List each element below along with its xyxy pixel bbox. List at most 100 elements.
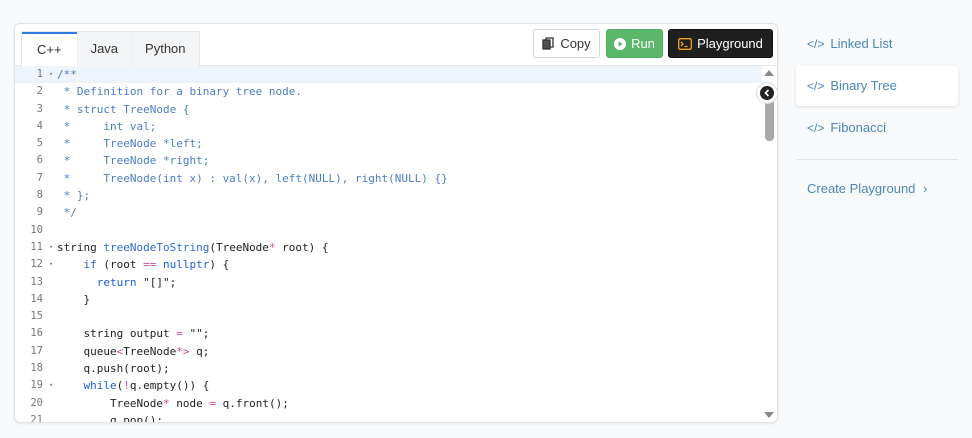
line-number: 14: [30, 292, 43, 305]
line-gutter: 2: [15, 83, 57, 100]
code-line[interactable]: 7 * TreeNode(int x) : val(x), left(NULL)…: [15, 170, 777, 187]
line-gutter: 16: [15, 325, 57, 342]
sidebar-item-binary-tree[interactable]: </> Binary Tree: [796, 66, 958, 106]
line-gutter: 1 ▾: [15, 66, 57, 83]
code-line[interactable]: 4 * int val;: [15, 118, 777, 135]
scroll-up-arrow-icon[interactable]: [764, 70, 774, 76]
code-text: * };: [57, 189, 91, 203]
code-line[interactable]: 14 }: [15, 291, 777, 308]
code-line[interactable]: 1 ▾/**: [15, 66, 777, 84]
sidebar-divider: [796, 159, 958, 160]
line-gutter: 5: [15, 135, 57, 152]
code-line[interactable]: 15: [15, 308, 777, 325]
sidebar-item-label: Linked List: [830, 36, 893, 51]
copy-icon: [542, 37, 555, 50]
line-gutter: 11 ▾: [15, 239, 57, 256]
line-number: 16: [30, 327, 43, 340]
line-number: 9: [36, 206, 43, 219]
tab-python[interactable]: Python: [131, 32, 199, 65]
fold-arrow-icon[interactable]: ▾: [49, 256, 53, 273]
line-gutter: 17: [15, 343, 57, 360]
line-number: 13: [30, 275, 43, 288]
code-line[interactable]: 5 * TreeNode *left;: [15, 135, 777, 152]
line-number: 19: [30, 379, 43, 392]
line-gutter: 3: [15, 101, 57, 118]
line-gutter: 9: [15, 204, 57, 221]
code-editor-panel: C++ Java Python Copy Run Playground 1 ▾/*…: [14, 23, 778, 423]
code-icon: </>: [807, 79, 825, 93]
code-text: return "[]";: [96, 275, 177, 289]
line-number: 7: [36, 171, 43, 184]
code-line[interactable]: 17 queue<TreeNode*> q;: [15, 343, 777, 360]
code-line[interactable]: 8 * };: [15, 187, 777, 204]
code-text: * Definition for a binary tree node.: [57, 85, 303, 99]
code-area[interactable]: 1 ▾/** 2 * Definition for a binary tree no…: [15, 66, 777, 422]
code-text: }: [57, 292, 91, 306]
code-text: * struct TreeNode {: [57, 102, 190, 116]
line-gutter: 4: [15, 118, 57, 135]
line-gutter: 14: [15, 291, 57, 308]
sidebar-item-linked-list[interactable]: </> Linked List: [796, 24, 958, 64]
code-text: q.push(root);: [57, 362, 170, 376]
fold-arrow-icon[interactable]: ▾: [49, 377, 53, 394]
code-text: * int val;: [57, 119, 157, 133]
line-number: 10: [30, 223, 43, 236]
playground-button[interactable]: Playground: [668, 29, 773, 58]
code-line[interactable]: 18 q.push(root);: [15, 360, 777, 377]
code-line[interactable]: 20 TreeNode* node = q.front();: [15, 395, 777, 412]
code-line[interactable]: 12 ▾ if (root == nullptr) {: [15, 256, 777, 273]
chevron-right-icon: ›: [923, 181, 928, 196]
sidebar-item-fibonacci[interactable]: </> Fibonacci: [796, 108, 958, 148]
line-number: 2: [36, 85, 43, 98]
code-line[interactable]: 2 * Definition for a binary tree node.: [15, 83, 777, 100]
scroll-down-arrow-icon[interactable]: [764, 412, 774, 418]
code-text: q.pop();: [57, 413, 163, 422]
sidebar-item-label: Fibonacci: [830, 120, 886, 135]
line-number: 11: [30, 240, 43, 253]
line-gutter: 18: [15, 360, 57, 377]
chevron-left-icon: [760, 86, 774, 100]
create-playground-link[interactable]: Create Playground ›: [807, 181, 927, 196]
collapse-panel-button[interactable]: [756, 82, 777, 104]
code-text: */: [57, 206, 77, 220]
code-line[interactable]: 21 q.pop();: [15, 412, 777, 422]
code-icon: </>: [807, 37, 825, 51]
line-number: 18: [30, 362, 43, 375]
line-number: 1: [36, 68, 43, 80]
line-gutter: 20: [15, 395, 57, 412]
code-line[interactable]: 13 return "[]";: [15, 274, 777, 291]
code-line[interactable]: 16 string output = "";: [15, 325, 777, 342]
code-text: while(!q.empty()) {: [83, 379, 210, 393]
code-text: queue<TreeNode*> q;: [57, 344, 210, 358]
run-button[interactable]: Run: [606, 29, 663, 58]
language-tabs: C++ Java Python: [21, 31, 200, 67]
line-number: 4: [36, 119, 43, 132]
play-circle-icon: [614, 37, 627, 50]
fold-arrow-icon[interactable]: ▾: [49, 239, 53, 256]
tab-cpp[interactable]: C++: [22, 32, 77, 67]
line-gutter: 19 ▾: [15, 377, 57, 394]
tab-java[interactable]: Java: [76, 32, 132, 65]
code-text: * TreeNode *left;: [57, 137, 203, 151]
create-playground-label: Create Playground: [807, 181, 916, 196]
copy-button[interactable]: Copy: [533, 29, 600, 58]
line-gutter: 21: [15, 412, 57, 422]
code-text: * TreeNode *right;: [57, 154, 210, 168]
line-gutter: 6: [15, 152, 57, 169]
code-line[interactable]: 11 ▾ string treeNodeToString(TreeNode* roo…: [15, 239, 777, 256]
code-line[interactable]: 19 ▾ while(!q.empty()) {: [15, 377, 777, 394]
code-line[interactable]: 6 * TreeNode *right;: [15, 152, 777, 169]
code-line[interactable]: 3 * struct TreeNode {: [15, 101, 777, 118]
code-line[interactable]: 9 */: [15, 204, 777, 221]
editor-toolbar: C++ Java Python Copy Run Playground: [15, 24, 777, 67]
line-number: 17: [30, 344, 43, 357]
run-label: Run: [631, 36, 655, 51]
code-icon: </>: [807, 121, 825, 135]
terminal-icon: [678, 37, 693, 50]
code-line[interactable]: 10: [15, 222, 777, 239]
fold-arrow-icon[interactable]: ▾: [49, 66, 53, 83]
line-number: 12: [30, 258, 43, 271]
code-text: if (root == nullptr) {: [83, 258, 230, 272]
line-gutter: 8: [15, 187, 57, 204]
line-number: 6: [36, 154, 43, 167]
